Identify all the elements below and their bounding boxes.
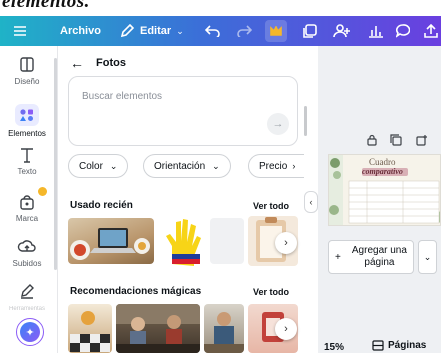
filter-label: Orientación (154, 160, 206, 172)
add-page-icon[interactable] (416, 134, 428, 146)
sidebar-item-label: Subidos (12, 259, 42, 268)
recent-see-all-link[interactable]: Ver todo (253, 201, 289, 211)
filter-orientation-chip[interactable]: Orientación ⌄ (143, 154, 231, 178)
panel-title: Fotos (96, 57, 126, 69)
filter-label: Color (79, 160, 103, 172)
file-menu-button[interactable]: Archivo (60, 16, 101, 46)
sidebar-item-label: Texto (17, 167, 37, 176)
premium-crown-button[interactable] (265, 20, 287, 42)
filter-price-chip[interactable]: Precio › (248, 154, 304, 178)
magic-assistant-button[interactable]: ✦ (16, 318, 44, 346)
share-upload-icon[interactable] (424, 16, 438, 46)
chevron-down-icon: ⌄ (176, 25, 184, 36)
menu-icon[interactable] (10, 16, 30, 46)
magic-section-title: Recomendaciones mágicas (70, 286, 202, 297)
sidebar-item-elements[interactable]: Elementos (0, 104, 54, 138)
add-page-dropdown[interactable]: ⌄ (418, 240, 437, 274)
duplicate-icon[interactable] (390, 134, 402, 146)
crown-icon (270, 26, 282, 36)
left-sidebar: Diseño Elementos Texto Marca Subidos Her… (0, 46, 58, 353)
filter-label: Precio (259, 160, 288, 172)
resize-icon[interactable] (303, 16, 317, 46)
edit-menu-button[interactable]: Editar ⌄ (120, 16, 184, 46)
filter-color-chip[interactable]: Color ⌄ (68, 154, 129, 178)
chart-insights-icon[interactable] (368, 16, 384, 46)
search-placeholder: Buscar elementos (82, 91, 163, 102)
chevron-right-icon: › (292, 161, 296, 171)
back-arrow-icon[interactable]: ← (70, 55, 84, 71)
lock-icon[interactable] (366, 134, 378, 146)
magic-photo-woman-desk[interactable] (204, 304, 244, 353)
magic-photo-chess[interactable] (68, 304, 112, 353)
panel-scrollbar[interactable] (304, 106, 307, 136)
recent-photo-laptop-food[interactable] (68, 218, 154, 264)
comment-icon[interactable] (396, 16, 410, 46)
redo-button[interactable] (236, 16, 252, 46)
caption-strip: elementos. (0, 0, 441, 16)
recent-photo-colombia-hand[interactable] (158, 216, 206, 266)
page-thumbnail[interactable]: Cuadro comparativo (328, 154, 441, 226)
recent-section-title: Usado recién (70, 200, 133, 211)
magic-next-arrow-icon[interactable]: › (275, 318, 297, 340)
sidebar-item-brand[interactable]: Marca (0, 187, 54, 223)
sidebar-item-label: Diseño (14, 77, 40, 86)
sidebar-item-label: Herramientas (8, 306, 45, 312)
undo-button[interactable] (205, 16, 221, 46)
zoom-level[interactable]: 15% (324, 342, 344, 353)
share-people-icon[interactable] (333, 16, 351, 46)
upload-icon (17, 240, 36, 252)
page-thumb-title-1: Cuadro (369, 157, 396, 167)
chevron-left-icon: ‹ (309, 197, 313, 207)
chevron-down-icon: ⌄ (423, 251, 432, 262)
sparkle-icon: ✦ (20, 322, 40, 342)
search-input[interactable]: Buscar elementos → (68, 76, 298, 146)
plus-icon: + (335, 251, 341, 263)
recent-next-arrow-icon[interactable]: › (275, 232, 297, 254)
sidebar-item-label: Marca (15, 214, 39, 223)
add-page-label: Agregar una página (351, 245, 407, 268)
add-page-button[interactable]: + Agregar una página (328, 240, 414, 274)
search-submit-arrow-icon[interactable]: → (267, 113, 289, 135)
sidebar-item-design[interactable]: Diseño (0, 56, 54, 86)
recent-photo-blank[interactable] (210, 218, 244, 264)
pen-icon (21, 284, 34, 299)
layout-icon (20, 57, 34, 72)
sidebar-item-label: Elementos (8, 129, 46, 138)
caption-text: elementos. (2, 0, 90, 12)
sidebar-item-tools[interactable]: Herramientas (0, 282, 54, 312)
edit-label: Editar (140, 25, 172, 37)
sidebar-item-uploads[interactable]: Subidos (0, 238, 54, 268)
pages-grid-icon (372, 340, 384, 351)
text-icon (21, 148, 33, 163)
chevron-down-icon: ⌄ (109, 160, 118, 171)
elements-panel: ← Fotos Buscar elementos → Color ⌄ Orient… (58, 46, 309, 353)
sidebar-item-text[interactable]: Texto (0, 146, 54, 176)
collapse-panel-button[interactable]: ‹ (304, 191, 318, 213)
panel-header: ← Fotos (70, 54, 126, 72)
pages-area: Cuadro comparativo + Agregar una página … (318, 46, 441, 353)
pages-label: Páginas (388, 340, 427, 351)
magic-see-all-link[interactable]: Ver todo (253, 287, 289, 297)
chevron-down-icon: ⌄ (212, 160, 220, 171)
top-toolbar: Archivo Editar ⌄ (0, 16, 441, 46)
brand-icon (20, 195, 34, 210)
page-thumb-title-2: comparativo (362, 167, 403, 176)
sidebar-scrollbar[interactable] (54, 58, 57, 270)
shapes-icon (15, 104, 39, 126)
pages-button[interactable]: Páginas (372, 340, 426, 351)
magic-photo-people-table[interactable] (116, 304, 200, 353)
crown-badge-icon (38, 187, 47, 196)
pencil-icon (120, 24, 134, 38)
